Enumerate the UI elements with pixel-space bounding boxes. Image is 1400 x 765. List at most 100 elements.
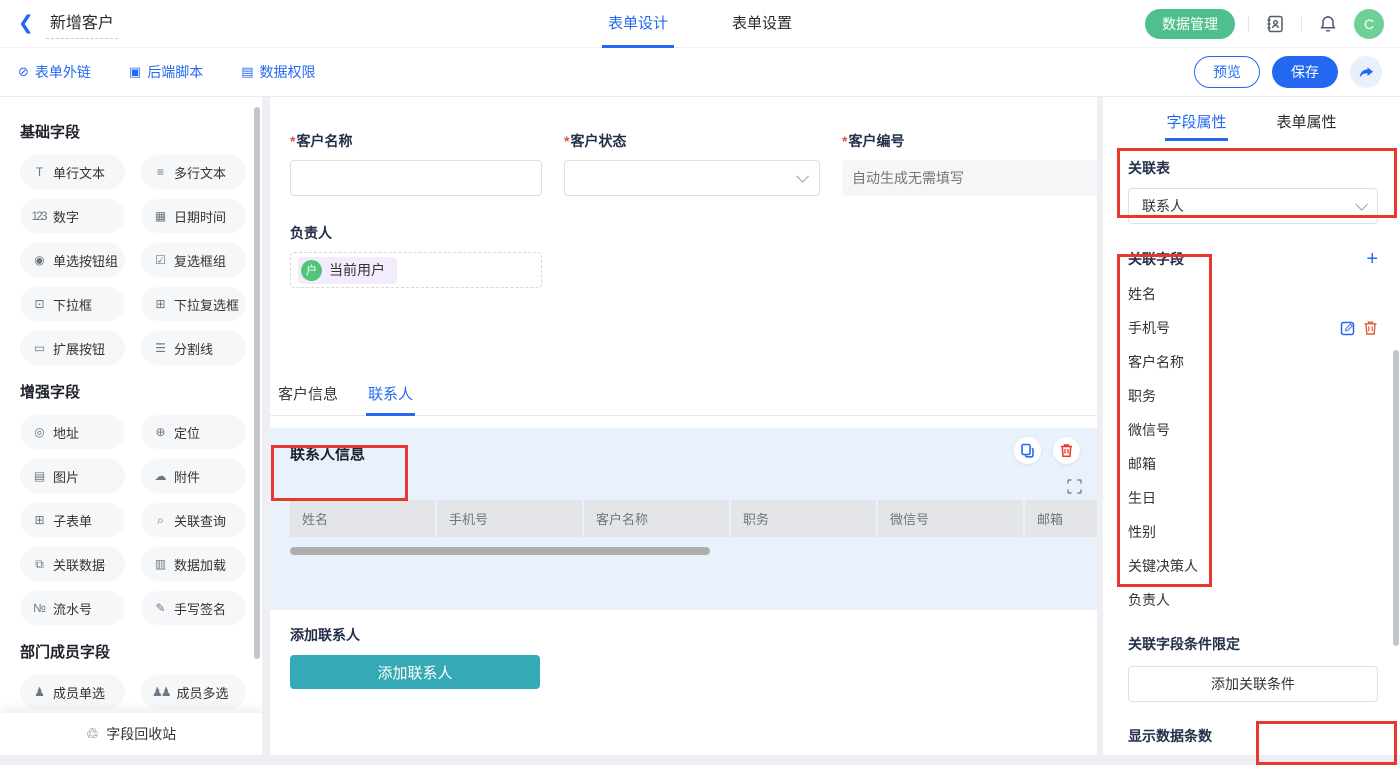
top-tab-表单设置[interactable]: 表单设置 — [732, 0, 792, 48]
related-field-item[interactable]: 邮箱 — [1128, 447, 1378, 481]
canvas-tab-客户信息[interactable]: 客户信息 — [278, 383, 338, 415]
field-type-dropdown[interactable]: ⊡下拉框 — [20, 287, 125, 321]
field-owner[interactable]: 负责人 户 当前用户 — [290, 223, 1097, 288]
field-type-radio-group[interactable]: ◉单选按钮组 — [20, 243, 125, 277]
field-type-data-load[interactable]: ▥数据加载 — [141, 547, 246, 581]
field-customer-status[interactable]: 客户状态 — [564, 131, 820, 196]
sidebar-scrollbar[interactable] — [254, 107, 260, 659]
contact-subform-panel[interactable]: 联系人信息 姓名手机号客户名称职务微信号邮箱 — [270, 428, 1097, 610]
share-button[interactable] — [1350, 56, 1382, 88]
delete-icon[interactable] — [1363, 320, 1378, 336]
related-field-item[interactable]: 关键决策人 — [1128, 549, 1378, 583]
field-type-extend-button[interactable]: ▭扩展按钮 — [20, 331, 125, 365]
address-icon: ◎ — [31, 425, 46, 439]
field-customer-no[interactable]: 客户编号 — [842, 131, 1097, 196]
subform-horizontal-scrollbar[interactable] — [290, 547, 710, 555]
display-count-label: 显示数据条数 — [1128, 726, 1378, 746]
field-type-label: 附件 — [174, 467, 200, 486]
field-type-serial-number[interactable]: №流水号 — [20, 591, 125, 625]
related-field-actions — [1340, 320, 1378, 336]
customer-name-input[interactable] — [290, 160, 542, 196]
subform-title: 联系人信息 — [290, 443, 365, 464]
field-type-subform[interactable]: ⊞子表单 — [20, 503, 125, 537]
field-type-member-multi[interactable]: ♟♟成员多选 — [141, 675, 246, 709]
field-type-related-query[interactable]: ⌕关联查询 — [141, 503, 246, 537]
field-label: 客户编号 — [842, 131, 1097, 151]
property-panel-tabs: 字段属性 表单属性 — [1103, 97, 1400, 141]
field-type-label: 图片 — [53, 467, 79, 486]
related-field-item[interactable]: 姓名 — [1128, 277, 1378, 311]
toolbar-link-external-link[interactable]: ⊘表单外链 — [18, 62, 91, 82]
related-field-item[interactable]: 手机号 — [1128, 311, 1378, 345]
add-condition-button[interactable]: 添加关联条件 — [1128, 666, 1378, 702]
related-field-name: 生日 — [1128, 488, 1156, 508]
canvas-tab-联系人[interactable]: 联系人 — [368, 383, 413, 415]
chevron-down-icon — [1355, 198, 1368, 211]
field-type-number[interactable]: 123数字 — [20, 199, 125, 233]
data-manage-button[interactable]: 数据管理 — [1145, 9, 1235, 39]
related-query-icon: ⌕ — [152, 513, 167, 528]
panel-tab-字段属性[interactable]: 字段属性 — [1166, 111, 1226, 141]
customer-no-input[interactable] — [842, 160, 1097, 196]
edit-icon[interactable] — [1340, 320, 1356, 336]
add-contact-button[interactable]: 添加联系人 — [290, 655, 540, 689]
back-icon[interactable]: ❮ — [18, 12, 34, 35]
field-type-location[interactable]: ⊕定位 — [141, 415, 246, 449]
field-type-member-single[interactable]: ♟成员单选 — [20, 675, 125, 709]
field-type-multi-line-text[interactable]: ≡多行文本 — [141, 155, 246, 189]
condition-label: 关联字段条件限定 — [1128, 634, 1378, 654]
page-title[interactable]: 新增客户 — [46, 9, 118, 39]
delete-icon[interactable] — [1053, 437, 1080, 464]
related-field-item[interactable]: 客户名称 — [1128, 345, 1378, 379]
field-recycle-bin[interactable]: ♲ 字段回收站 — [0, 713, 262, 755]
contact-book-icon[interactable] — [1262, 11, 1288, 37]
field-type-divider-line[interactable]: ☰分割线 — [141, 331, 246, 365]
single-line-text-icon: T — [31, 165, 46, 179]
field-type-related-data[interactable]: ⧉关联数据 — [20, 547, 125, 581]
current-user-tag[interactable]: 户 当前用户 — [298, 257, 397, 284]
select-frame-icon[interactable] — [1067, 479, 1082, 494]
toolbar-link-data-permission[interactable]: ▤数据权限 — [241, 62, 315, 82]
canvas-field-row: 客户名称 客户状态 客户编号 — [270, 97, 1097, 196]
owner-value-box[interactable]: 户 当前用户 — [290, 252, 542, 288]
field-type-attachment[interactable]: ☁ 附件 — [141, 459, 246, 493]
related-field-item[interactable]: 微信号 — [1128, 413, 1378, 447]
field-type-signature[interactable]: ✎手写签名 — [141, 591, 246, 625]
related-table-select[interactable]: 联系人 — [1128, 188, 1378, 224]
top-tab-表单设计[interactable]: 表单设计 — [608, 0, 668, 48]
field-type-address[interactable]: ◎地址 — [20, 415, 125, 449]
add-field-icon[interactable]: + — [1366, 251, 1378, 267]
subform-column-header: 手机号 — [437, 500, 582, 537]
chevron-down-icon — [796, 170, 809, 183]
copy-icon[interactable] — [1014, 437, 1041, 464]
field-type-label: 下拉复选框 — [174, 295, 239, 314]
sidebar-grid: T 单行文本 ≡多行文本 123数字 ▦日期时间 ◉单选按钮组 ☑复选框组 ⊡下拉框 ⊞下拉复选… — [20, 155, 252, 365]
field-type-image[interactable]: ▤图片 — [20, 459, 125, 493]
field-type-single-line-text[interactable]: T 单行文本 — [20, 155, 125, 189]
property-panel-body: 关联表 联系人 关联字段 + 姓名手机号客户名称职务微信号邮箱生日性别关键决策人… — [1103, 141, 1400, 755]
panel-tab-表单属性[interactable]: 表单属性 — [1277, 111, 1337, 141]
preview-button[interactable]: 预览 — [1194, 56, 1260, 88]
attachment-icon: ☁ — [152, 469, 167, 483]
user-avatar[interactable]: C — [1354, 9, 1384, 39]
backend-script-icon: ▣ — [129, 64, 141, 80]
toolbar-link-backend-script[interactable]: ▣ 后端脚本 — [129, 62, 203, 82]
related-field-item[interactable]: 负责人 — [1128, 583, 1378, 617]
panel-scrollbar[interactable] — [1393, 350, 1399, 646]
field-type-dropdown-multi[interactable]: ⊞下拉复选框 — [141, 287, 246, 321]
field-type-checkbox-group[interactable]: ☑复选框组 — [141, 243, 246, 277]
sidebar-grid: ♟成员单选 ♟♟成员多选 — [20, 675, 252, 709]
toolbar-link-label: 后端脚本 — [147, 62, 203, 82]
save-button[interactable]: 保存 — [1272, 56, 1338, 88]
checkbox-group-icon: ☑ — [152, 253, 167, 267]
form-canvas: 客户名称 客户状态 客户编号 负责人 户 当前用户 客户信息联系人 联系人信息 — [270, 97, 1097, 755]
related-field-item[interactable]: 生日 — [1128, 481, 1378, 515]
field-customer-name[interactable]: 客户名称 — [290, 131, 542, 196]
related-field-item[interactable]: 性别 — [1128, 515, 1378, 549]
field-library-sidebar: 基础字段T单行文本≡多行文本123数字▦日期时间◉单选按钮组☑复选框组⊡下拉框⊞… — [0, 97, 262, 755]
field-type-label: 单行文本 — [53, 163, 105, 182]
field-type-datetime[interactable]: ▦日期时间 — [141, 199, 246, 233]
customer-status-select[interactable] — [564, 160, 820, 196]
notification-bell-icon[interactable] — [1315, 11, 1341, 37]
related-field-item[interactable]: 职务 — [1128, 379, 1378, 413]
